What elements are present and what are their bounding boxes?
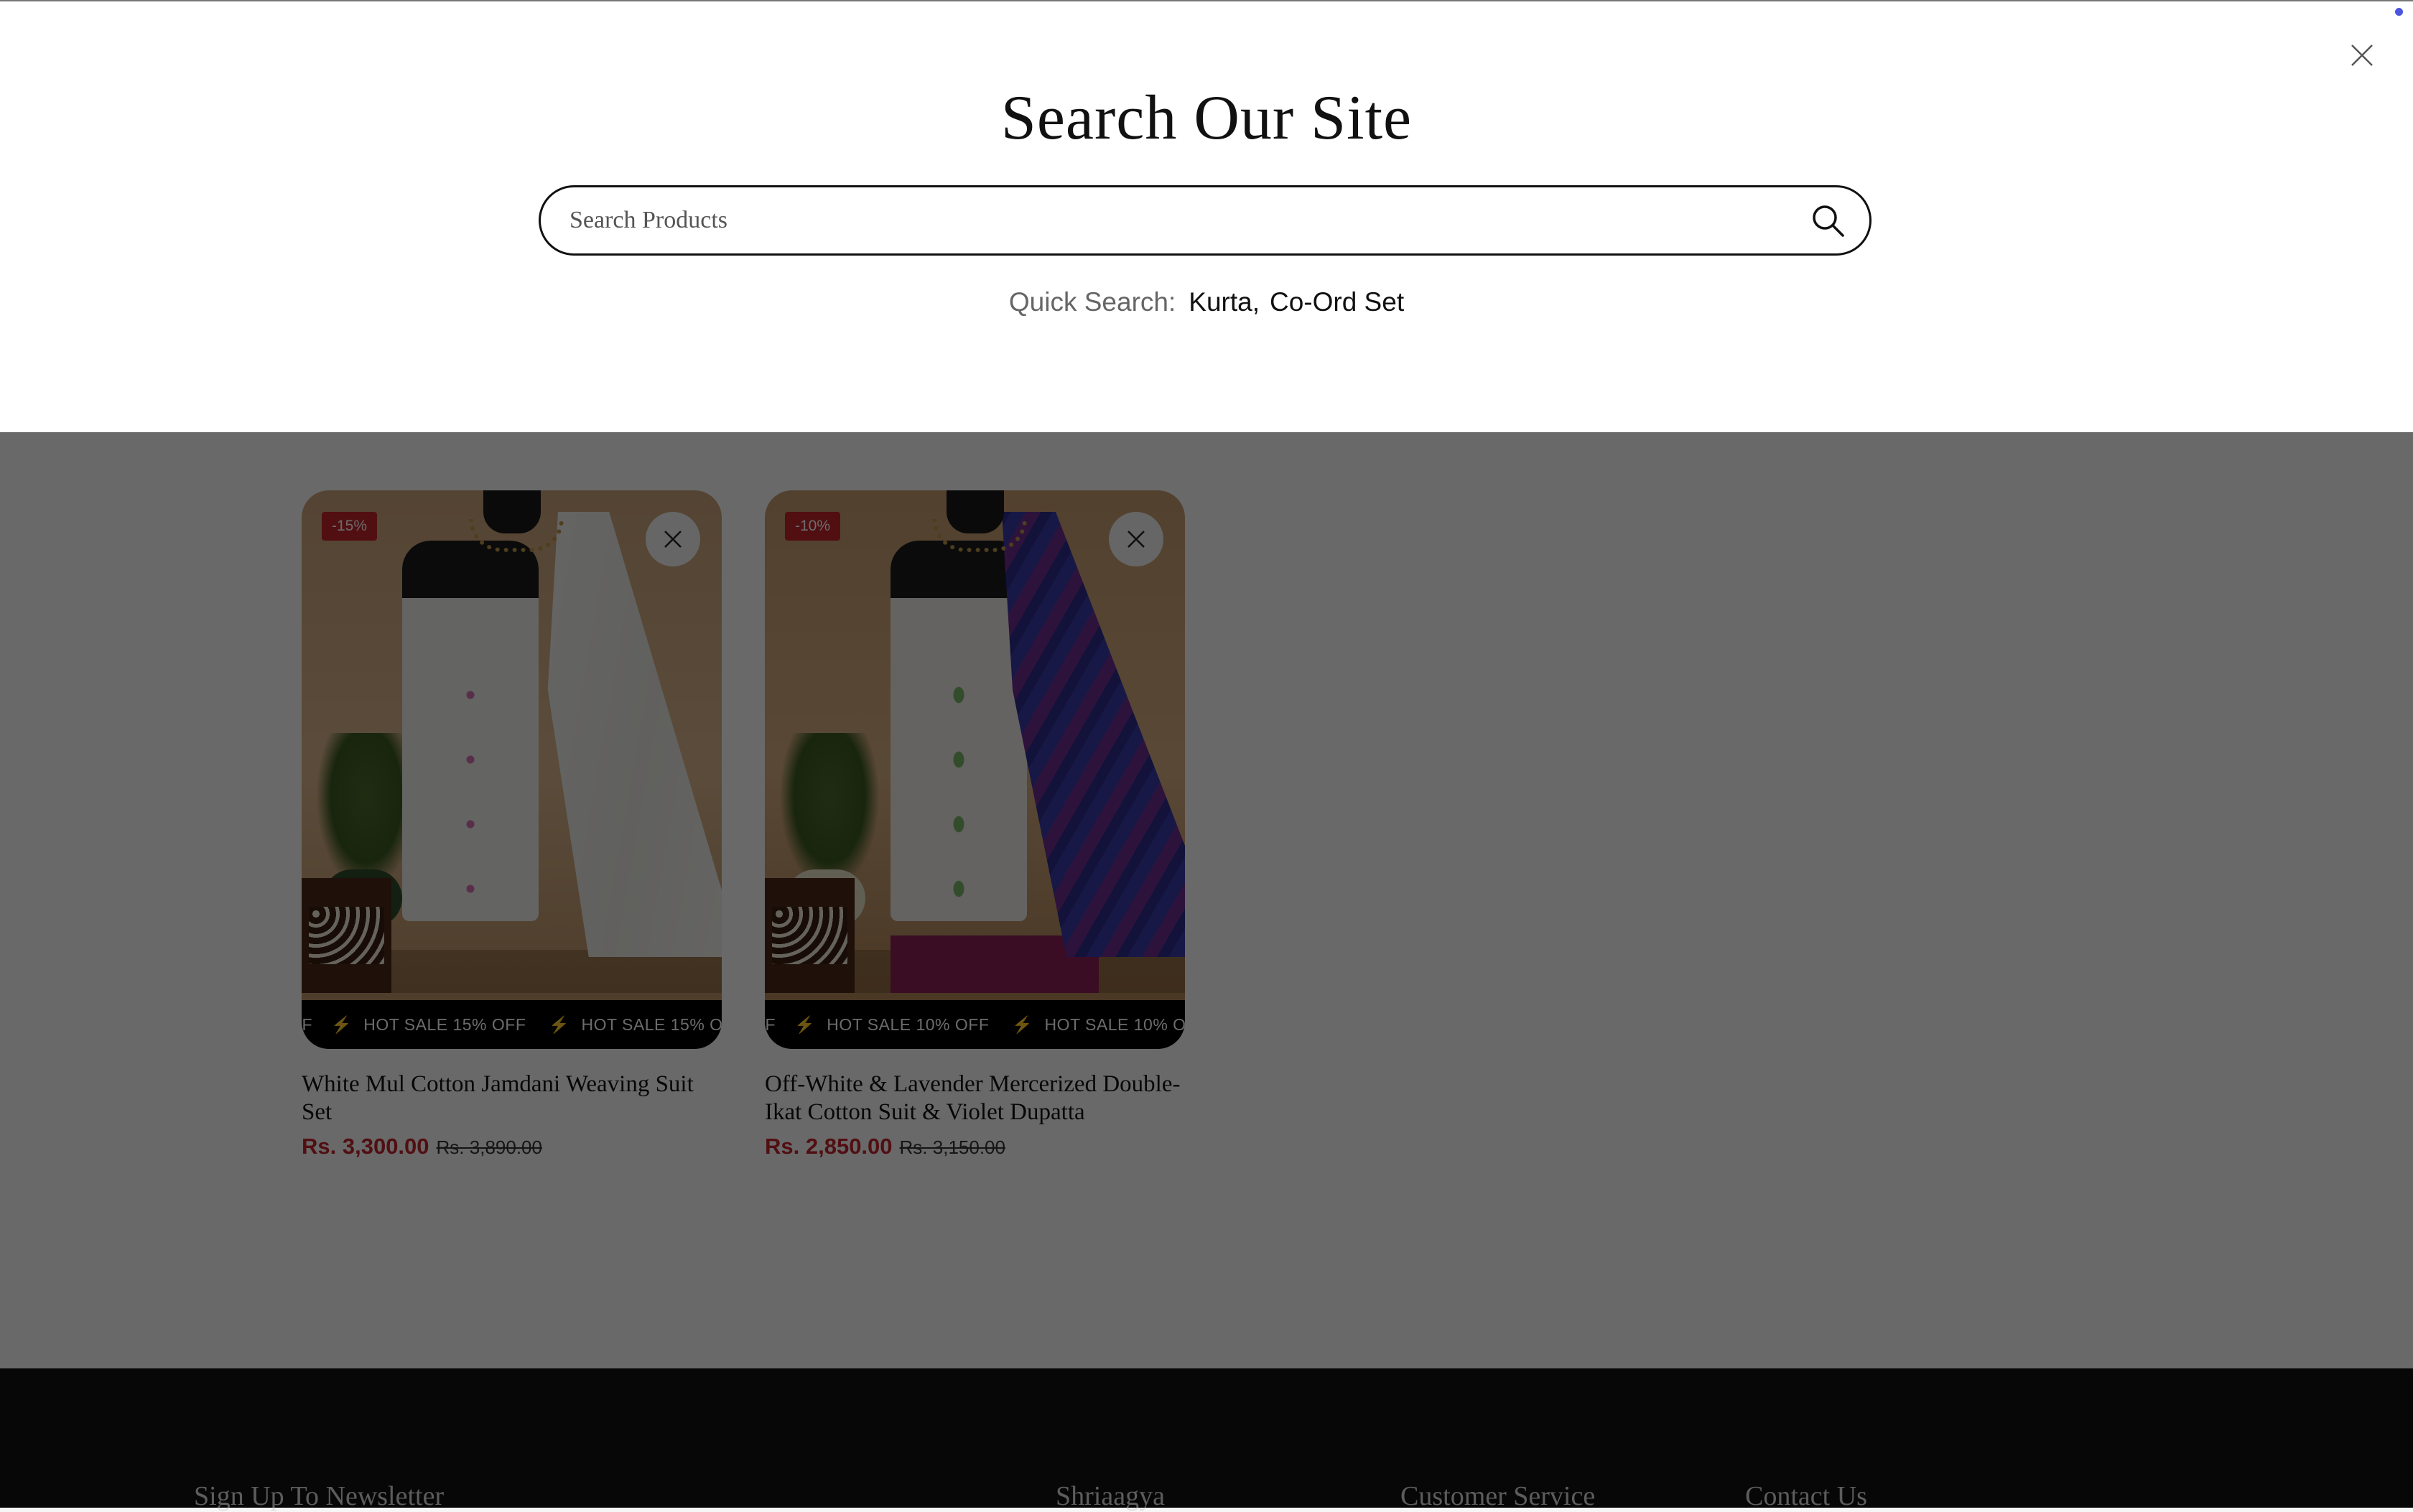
quick-search-link-co-ord-set[interactable]: Co-Ord Set	[1270, 287, 1404, 317]
close-icon	[664, 531, 682, 548]
close-search-button[interactable]	[2344, 37, 2380, 73]
close-icon	[2351, 45, 2373, 66]
discount-badge: -10%	[785, 512, 841, 541]
product-media[interactable]: -10% FF ⚡ HOT SALE 10% OFF ⚡ HOT SALE 10…	[765, 490, 1185, 1049]
image-stool	[765, 878, 855, 993]
footer-contact-heading: Contact Us	[1745, 1481, 1867, 1511]
sale-price: Rs. 2,850.00	[765, 1134, 893, 1159]
quick-search-separator: ,	[1252, 287, 1260, 317]
image-suit-motifs	[944, 663, 973, 921]
search-form	[539, 185, 1872, 256]
image-plant	[779, 733, 880, 891]
quick-search-link-kurta[interactable]: Kurta	[1189, 287, 1252, 317]
quick-search: Quick Search: Kurta, Co-Ord Set	[0, 287, 2413, 317]
marquee-lead-text: FF	[765, 1014, 776, 1034]
close-icon	[1128, 531, 1145, 548]
lightning-icon: ⚡	[549, 1014, 570, 1034]
marquee-text: HOT SALE 10% OFF	[827, 1014, 990, 1034]
product-image[interactable]	[765, 490, 1185, 1049]
image-stool	[302, 878, 391, 993]
product-title[interactable]: White Mul Cotton Jamdani Weaving Suit Se…	[302, 1070, 722, 1126]
footer-brand-heading: Shriaagya	[1056, 1481, 1165, 1511]
lightning-icon: ⚡	[331, 1014, 353, 1034]
product-card[interactable]: -10% FF ⚡ HOT SALE 10% OFF ⚡ HOT SALE 10…	[765, 490, 1185, 1159]
product-card[interactable]: -15% FF ⚡ HOT SALE 15% OFF ⚡ HOT SALE 15…	[302, 490, 722, 1159]
product-image[interactable]	[302, 490, 722, 1049]
hot-sale-marquee: FF ⚡ HOT SALE 10% OFF ⚡ HOT SALE 10% OFF	[765, 1000, 1185, 1049]
compare-price: Rs. 3,890.00	[436, 1137, 542, 1158]
product-title[interactable]: Off-White & Lavender Mercerized Double-I…	[765, 1070, 1185, 1126]
price-row: Rs. 2,850.00 Rs. 3,150.00	[765, 1134, 1185, 1159]
footer-customer-service-heading: Customer Service	[1400, 1481, 1596, 1511]
image-stool-pattern	[309, 907, 384, 964]
marquee-text: HOT SALE 10% OFF	[1044, 1014, 1185, 1034]
image-dupatta	[547, 512, 722, 957]
image-suit	[891, 541, 1027, 921]
sale-price: Rs. 3,300.00	[302, 1134, 429, 1159]
image-plant	[316, 733, 417, 891]
lightning-icon: ⚡	[794, 1014, 816, 1034]
search-submit-button[interactable]	[1806, 199, 1849, 242]
marquee-text: HOT SALE 15% OFF	[363, 1014, 526, 1034]
search-icon	[1813, 205, 1844, 237]
price-row: Rs. 3,300.00 Rs. 3,890.00	[302, 1134, 722, 1159]
quick-search-label: Quick Search:	[1008, 287, 1176, 317]
image-stool-pattern	[772, 907, 847, 964]
footer-newsletter-heading: Sign Up To Newsletter	[194, 1481, 445, 1511]
lightning-icon: ⚡	[1012, 1014, 1033, 1034]
compare-price: Rs. 3,150.00	[899, 1137, 1005, 1158]
product-grid: -15% FF ⚡ HOT SALE 15% OFF ⚡ HOT SALE 15…	[302, 490, 1185, 1159]
remove-item-button[interactable]	[1109, 512, 1163, 566]
marquee-text: HOT SALE 15% OFF	[581, 1014, 722, 1034]
remove-item-button[interactable]	[646, 512, 700, 566]
product-media[interactable]: -15% FF ⚡ HOT SALE 15% OFF ⚡ HOT SALE 15…	[302, 490, 722, 1049]
discount-badge: -15%	[322, 512, 378, 541]
search-input[interactable]	[541, 188, 1806, 253]
search-drawer: Search Our Site Quick Search: Kurta, Co-Or…	[0, 0, 2413, 432]
image-suit-motifs	[456, 663, 485, 921]
search-title: Search Our Site	[1000, 83, 1413, 153]
image-suit	[402, 541, 539, 921]
marquee-lead-text: FF	[302, 1014, 313, 1034]
hot-sale-marquee: FF ⚡ HOT SALE 15% OFF ⚡ HOT SALE 15% OFF	[302, 1000, 722, 1049]
notification-dot	[2395, 8, 2403, 16]
